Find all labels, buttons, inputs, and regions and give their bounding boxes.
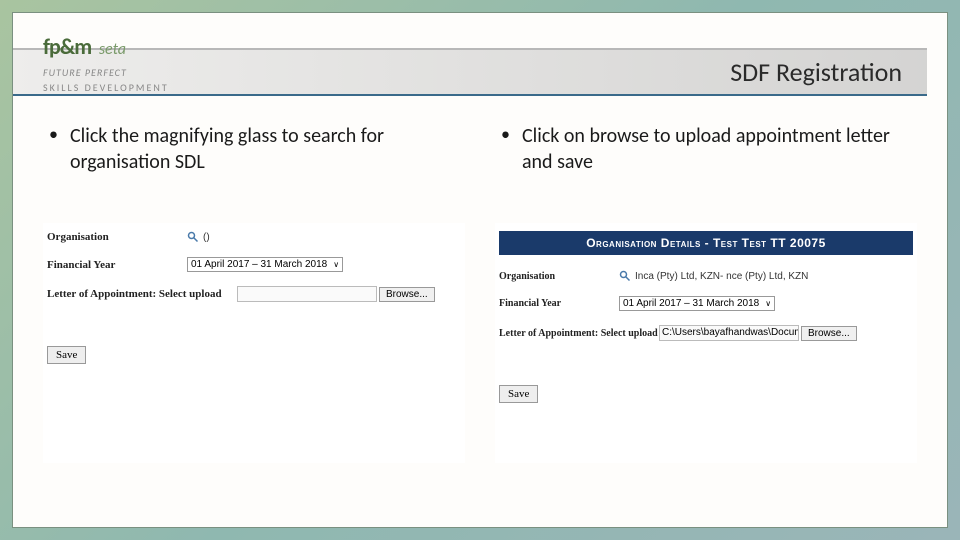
row-organisation: Organisation ()	[47, 231, 461, 243]
magnify-icon[interactable]	[619, 270, 631, 282]
row-letter-appointment: Letter of Appointment: Select upload Bro…	[47, 286, 461, 302]
browse-button[interactable]: Browse...	[379, 287, 435, 302]
page-title: SDF Registration	[730, 56, 902, 88]
bullet-dot: •	[49, 123, 58, 146]
label-letter-appointment: Letter of Appointment: Select upload	[47, 288, 237, 300]
bullet-right: • Click on browse to upload appointment …	[495, 123, 917, 203]
left-column: • Click the magnifying glass to search f…	[43, 123, 465, 463]
logo-block: fp&m seta FUTURE PERFECT SKILLS DEVELOPM…	[43, 33, 203, 94]
financial-year-select[interactable]: 01 April 2017 – 31 March 2018 ∨	[187, 257, 343, 272]
logo-amp: &	[60, 33, 75, 60]
bullet-left: • Click the magnifying glass to search f…	[43, 123, 465, 203]
magnify-icon[interactable]	[187, 231, 199, 243]
file-path-input[interactable]: C:\Users\bayafhandwas\Documents\08Dec20	[659, 325, 799, 341]
row-organisation: Organisation Inca (Pty) Ltd, KZN- nce (P…	[499, 270, 913, 282]
label-organisation: Organisation	[47, 231, 187, 243]
chevron-down-icon: ∨	[333, 260, 339, 269]
row-financial-year: Financial Year 01 April 2017 – 31 March …	[47, 257, 461, 272]
browse-button[interactable]: Browse...	[801, 326, 857, 341]
file-path-input[interactable]	[237, 286, 377, 302]
logo-main: fp&m seta	[43, 33, 203, 60]
save-button[interactable]: Save	[499, 385, 538, 403]
financial-year-value: 01 April 2017 – 31 March 2018	[623, 298, 759, 309]
organisation-value: ()	[203, 232, 210, 243]
bullet-dot: •	[501, 123, 510, 146]
row-letter-appointment: Letter of Appointment: Select upload C:\…	[499, 325, 913, 341]
left-panel: Organisation () Financial Year 01 April …	[43, 223, 465, 463]
logo-m: m	[74, 33, 91, 60]
content-area: • Click the magnifying glass to search f…	[13, 123, 947, 463]
logo-sub2: SKILLS DEVELOPMENT	[43, 81, 203, 94]
bullet-left-text: Click the magnifying glass to search for…	[70, 123, 465, 175]
bullet-right-text: Click on browse to upload appointment le…	[522, 123, 917, 175]
row-financial-year: Financial Year 01 April 2017 – 31 March …	[499, 296, 913, 311]
logo-seta: seta	[99, 40, 126, 59]
label-financial-year: Financial Year	[47, 259, 187, 271]
chevron-down-icon: ∨	[765, 299, 771, 308]
financial-year-value: 01 April 2017 – 31 March 2018	[191, 259, 327, 270]
right-column: • Click on browse to upload appointment …	[495, 123, 917, 463]
right-panel: Organisation Details - Test Test TT 2007…	[495, 223, 917, 463]
save-button[interactable]: Save	[47, 346, 86, 364]
label-organisation: Organisation	[499, 271, 619, 282]
panel-header: Organisation Details - Test Test TT 2007…	[499, 231, 913, 255]
logo-sub1: FUTURE PERFECT	[43, 66, 203, 79]
label-financial-year: Financial Year	[499, 298, 619, 309]
logo-fp: fp	[43, 33, 60, 60]
financial-year-select[interactable]: 01 April 2017 – 31 March 2018 ∨	[619, 296, 775, 311]
organisation-value: Inca (Pty) Ltd, KZN- nce (Pty) Ltd, KZN	[635, 271, 808, 282]
label-letter-appointment: Letter of Appointment: Select upload	[499, 328, 659, 339]
slide-frame: fp&m seta FUTURE PERFECT SKILLS DEVELOPM…	[12, 12, 948, 528]
